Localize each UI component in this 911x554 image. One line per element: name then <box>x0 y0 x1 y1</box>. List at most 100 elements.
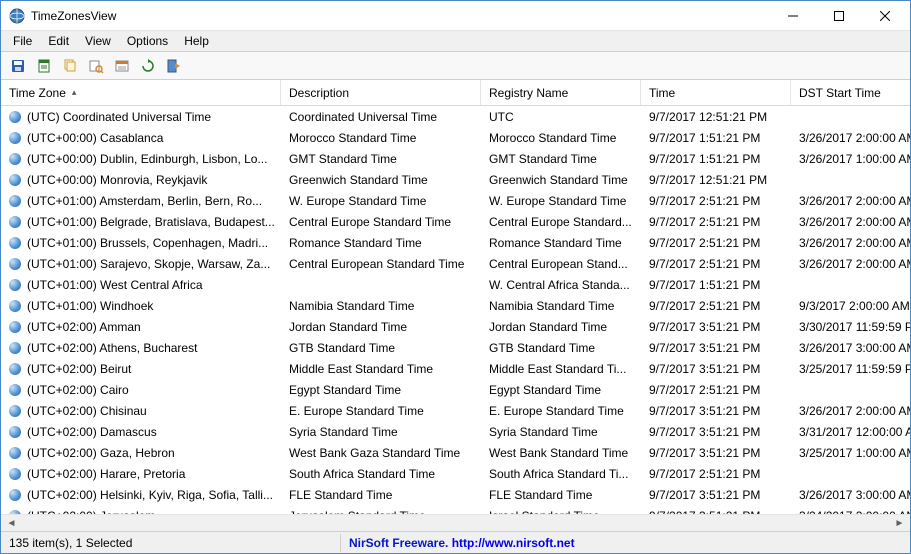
toolbar <box>1 52 910 80</box>
statusbar: 135 item(s), 1 Selected NirSoft Freeware… <box>1 531 910 553</box>
exit-button[interactable] <box>163 55 185 77</box>
table-row[interactable]: (UTC+01:00) WindhoekNamibia Standard Tim… <box>1 295 910 316</box>
table-row[interactable]: (UTC+01:00) Brussels, Copenhagen, Madri.… <box>1 232 910 253</box>
cell-time: 9/7/2017 1:51:21 PM <box>641 276 791 294</box>
cell-time: 9/7/2017 3:51:21 PM <box>641 360 791 378</box>
menubar: File Edit View Options Help <box>1 31 910 52</box>
timezone-icon <box>9 426 21 438</box>
properties-button[interactable] <box>111 55 133 77</box>
cell-description: Jordan Standard Time <box>281 318 481 336</box>
table-row[interactable]: (UTC+01:00) Belgrade, Bratislava, Budape… <box>1 211 910 232</box>
timezone-icon <box>9 216 21 228</box>
copy-button[interactable] <box>59 55 81 77</box>
cell-dst <box>791 283 910 287</box>
table-row[interactable]: (UTC+01:00) Sarajevo, Skopje, Warsaw, Za… <box>1 253 910 274</box>
table-row[interactable]: (UTC+00:00) Dublin, Edinburgh, Lisbon, L… <box>1 148 910 169</box>
cell-time: 9/7/2017 3:51:21 PM <box>641 486 791 504</box>
cell-timezone: (UTC+01:00) Windhoek <box>1 297 281 315</box>
table-row[interactable]: (UTC+02:00) Helsinki, Kyiv, Riga, Sofia,… <box>1 484 910 505</box>
table-row[interactable]: (UTC+02:00) BeirutMiddle East Standard T… <box>1 358 910 379</box>
cell-registry: E. Europe Standard Time <box>481 402 641 420</box>
col-header-registry[interactable]: Registry Name <box>481 80 641 105</box>
cell-description: GMT Standard Time <box>281 150 481 168</box>
cell-dst: 3/26/2017 2:00:00 AM <box>791 255 910 273</box>
cell-time: 9/7/2017 2:51:21 PM <box>641 465 791 483</box>
cell-description: Middle East Standard Time <box>281 360 481 378</box>
menu-help[interactable]: Help <box>176 31 217 51</box>
cell-dst <box>791 472 910 476</box>
cell-timezone: (UTC+01:00) Amsterdam, Berlin, Bern, Ro.… <box>1 192 281 210</box>
status-credit-prefix: NirSoft Freeware. <box>349 536 452 550</box>
table-row[interactable]: (UTC) Coordinated Universal TimeCoordina… <box>1 106 910 127</box>
cell-timezone: (UTC+02:00) Harare, Pretoria <box>1 465 281 483</box>
cell-timezone: (UTC+01:00) Belgrade, Bratislava, Budape… <box>1 213 281 231</box>
minimize-button[interactable] <box>770 2 816 30</box>
menu-view[interactable]: View <box>77 31 119 51</box>
col-header-time[interactable]: Time <box>641 80 791 105</box>
table-row[interactable]: (UTC+00:00) CasablancaMorocco Standard T… <box>1 127 910 148</box>
refresh-button[interactable] <box>137 55 159 77</box>
table-row[interactable]: (UTC+01:00) Amsterdam, Berlin, Bern, Ro.… <box>1 190 910 211</box>
cell-description: Namibia Standard Time <box>281 297 481 315</box>
cell-description: Central Europe Standard Time <box>281 213 481 231</box>
html-report-button[interactable] <box>33 55 55 77</box>
cell-timezone: (UTC+01:00) West Central Africa <box>1 276 281 294</box>
timezone-icon <box>9 279 21 291</box>
menu-edit[interactable]: Edit <box>40 31 77 51</box>
cell-dst <box>791 388 910 392</box>
scroll-right-icon: ► <box>891 516 908 531</box>
cell-time: 9/7/2017 3:51:21 PM <box>641 402 791 420</box>
cell-registry: FLE Standard Time <box>481 486 641 504</box>
content-area: Time Zone▴ Description Registry Name Tim… <box>1 80 910 514</box>
window-title: TimeZonesView <box>31 9 770 23</box>
table-row[interactable]: (UTC+02:00) DamascusSyria Standard TimeS… <box>1 421 910 442</box>
cell-description: Greenwich Standard Time <box>281 171 481 189</box>
cell-timezone: (UTC+00:00) Casablanca <box>1 129 281 147</box>
cell-timezone: (UTC+02:00) Chisinau <box>1 402 281 420</box>
cell-description: West Bank Gaza Standard Time <box>281 444 481 462</box>
cell-dst: 3/26/2017 3:00:00 AM <box>791 486 910 504</box>
column-headers: Time Zone▴ Description Registry Name Tim… <box>1 80 910 106</box>
cell-description: Central European Standard Time <box>281 255 481 273</box>
close-icon <box>880 11 890 21</box>
timezone-icon <box>9 384 21 396</box>
table-row[interactable]: (UTC+02:00) JerusalemJerusalem Standard … <box>1 505 910 514</box>
cell-registry: Syria Standard Time <box>481 423 641 441</box>
maximize-button[interactable] <box>816 2 862 30</box>
table-row[interactable]: (UTC+02:00) CairoEgypt Standard TimeEgyp… <box>1 379 910 400</box>
cell-time: 9/7/2017 3:51:21 PM <box>641 318 791 336</box>
table-row[interactable]: (UTC+01:00) West Central AfricaW. Centra… <box>1 274 910 295</box>
col-header-label: Time <box>649 86 675 100</box>
cell-dst: 3/31/2017 12:00:00 AM <box>791 423 910 441</box>
cell-dst: 3/26/2017 2:00:00 AM <box>791 402 910 420</box>
cell-timezone: (UTC+01:00) Sarajevo, Skopje, Warsaw, Za… <box>1 255 281 273</box>
table-row[interactable]: (UTC+02:00) Gaza, HebronWest Bank Gaza S… <box>1 442 910 463</box>
table-row[interactable]: (UTC+00:00) Monrovia, ReykjavikGreenwich… <box>1 169 910 190</box>
listview[interactable]: Time Zone▴ Description Registry Name Tim… <box>1 80 910 514</box>
cell-time: 9/7/2017 12:51:21 PM <box>641 171 791 189</box>
menu-options[interactable]: Options <box>119 31 176 51</box>
menu-file[interactable]: File <box>5 31 40 51</box>
find-button[interactable] <box>85 55 107 77</box>
timezone-icon <box>9 510 21 515</box>
props-icon <box>114 58 130 74</box>
cell-description: South Africa Standard Time <box>281 465 481 483</box>
cell-timezone: (UTC+02:00) Helsinki, Kyiv, Riga, Sofia,… <box>1 486 281 504</box>
save-button[interactable] <box>7 55 29 77</box>
horizontal-scrollbar[interactable]: ◄ ► <box>1 514 910 531</box>
col-header-timezone[interactable]: Time Zone▴ <box>1 80 281 105</box>
cell-time: 9/7/2017 3:51:21 PM <box>641 339 791 357</box>
table-row[interactable]: (UTC+02:00) Athens, BucharestGTB Standar… <box>1 337 910 358</box>
cell-dst: 3/26/2017 2:00:00 AM <box>791 192 910 210</box>
cell-registry: West Bank Standard Time <box>481 444 641 462</box>
col-header-description[interactable]: Description <box>281 80 481 105</box>
table-row[interactable]: (UTC+02:00) Chisinau E. Europe Standard T… <box>1 400 910 421</box>
table-row[interactable]: (UTC+02:00) Harare, PretoriaSouth Africa… <box>1 463 910 484</box>
timezone-icon <box>9 153 21 165</box>
table-row[interactable]: (UTC+02:00) AmmanJordan Standard TimeJor… <box>1 316 910 337</box>
close-button[interactable] <box>862 2 908 30</box>
nirsoft-link[interactable]: http://www.nirsoft.net <box>452 536 575 550</box>
cell-time: 9/7/2017 1:51:21 PM <box>641 150 791 168</box>
col-header-dst[interactable]: DST Start Time <box>791 80 910 105</box>
cell-dst: 9/3/2017 2:00:00 AM <box>791 297 910 315</box>
